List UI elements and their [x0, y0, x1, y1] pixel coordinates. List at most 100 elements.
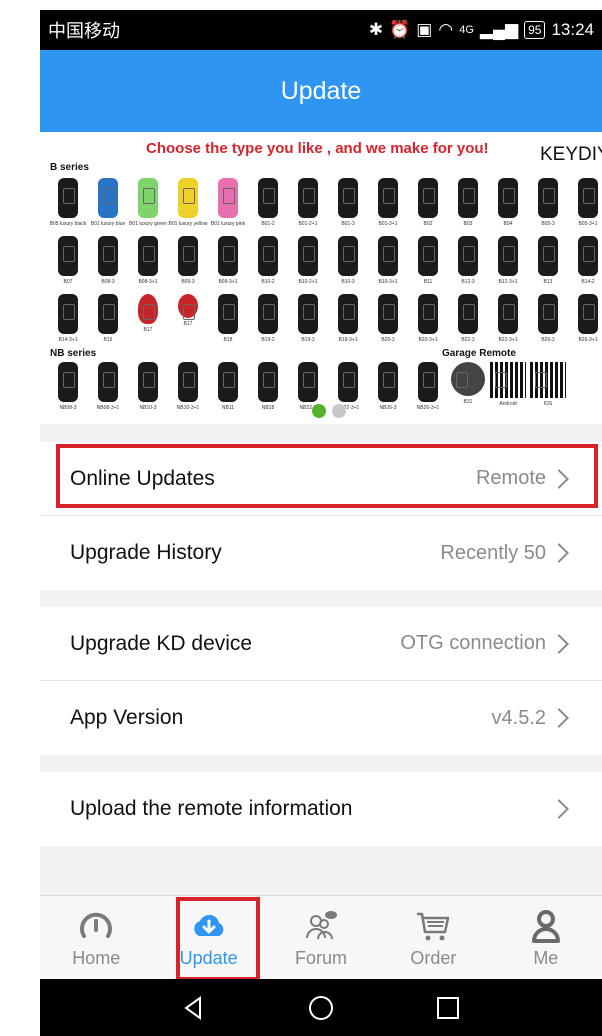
remote-key-thumbnail: B10-2+1 — [288, 236, 328, 285]
carousel-dot[interactable] — [332, 404, 346, 418]
remote-key-image — [538, 294, 558, 334]
remote-key-thumbnail: B01 luxury blue — [88, 178, 128, 227]
back-icon[interactable] — [181, 995, 207, 1021]
remote-key-label: NB08-3 — [59, 405, 77, 411]
remote-key-label: B04 — [503, 221, 513, 227]
remote-key-image — [98, 236, 118, 276]
remote-key-label: NB10-3 — [139, 405, 157, 411]
status-icons: ✱ ⏰ ▣ ◠ 4G ▂▄▆ 95 13:24 — [369, 20, 594, 40]
tab-label: Home — [72, 948, 121, 968]
row-value-wrap: OTG connection — [400, 632, 572, 655]
remote-key-label: B16 — [103, 337, 113, 343]
upload-options-group: Upload the remote information — [40, 772, 602, 846]
remote-key-label: NB26-3 — [379, 405, 397, 411]
remote-key-image — [58, 294, 78, 334]
remote-key-label: Android — [499, 401, 517, 407]
remote-key-thumbnail: NB26-3+1 — [408, 362, 448, 411]
home-circle-icon[interactable] — [308, 995, 334, 1021]
remote-key-label: B19-2 — [261, 337, 275, 343]
remote-key-thumbnail: B12-3 — [448, 236, 488, 285]
remote-key-label: B26-3 — [541, 337, 555, 343]
remote-key-image — [578, 178, 598, 218]
remote-key-image — [138, 178, 158, 218]
remote-key-image — [458, 294, 478, 334]
remote-key-thumbnail: B17 — [168, 294, 208, 343]
remote-key-image — [258, 178, 278, 218]
upgrade-kd-device-row[interactable]: Upgrade KD device OTG connection — [40, 607, 602, 681]
remote-key-image — [138, 294, 158, 324]
chevron-right-icon — [549, 633, 569, 654]
banner-series-label: Garage Remote — [442, 348, 516, 359]
row-value-wrap — [549, 799, 572, 819]
remote-key-image — [58, 362, 78, 402]
remote-key-thumbnail: B05-3+1 — [568, 178, 602, 227]
remote-key-image — [138, 236, 158, 276]
tab-order[interactable]: Order — [377, 896, 489, 979]
remote-key-label: B12-3+1 — [498, 279, 518, 285]
remote-key-thumbnail: B05 luxury black — [48, 178, 88, 227]
remote-key-image — [451, 362, 485, 396]
upload-remote-info-row[interactable]: Upload the remote information — [40, 772, 602, 846]
remote-key-thumbnail: B07 — [48, 236, 88, 285]
remote-key-label: B08-3 — [101, 279, 115, 285]
carrier-name: 中国移动 — [48, 21, 120, 41]
remote-key-thumbnail: Android — [488, 362, 528, 411]
remote-key-thumbnail: B19-2 — [248, 294, 288, 343]
remote-key-thumbnail: B01-2 — [248, 178, 288, 227]
remote-key-image — [418, 236, 438, 276]
highlight-box — [176, 897, 260, 981]
remote-key-label: B01 luxury green — [129, 221, 167, 227]
remote-key-thumbnail: B19-3+1 — [328, 294, 368, 343]
remote-key-label: B05-3+1 — [578, 221, 598, 227]
remote-key-thumbnail: B09-3 — [168, 236, 208, 285]
remote-key-thumbnail: B16 — [88, 294, 128, 343]
remote-key-image — [578, 294, 598, 334]
banner-headline: Choose the type you like , and we make f… — [146, 140, 489, 157]
promo-banner[interactable]: Choose the type you like , and we make f… — [40, 132, 602, 424]
carousel-dot-active[interactable] — [312, 404, 326, 418]
key-row: B05 luxury black B01 luxury blue B01 luxur… — [48, 178, 602, 227]
user-icon — [531, 910, 560, 943]
remote-key-image — [538, 178, 558, 218]
key-row: B14-3+1 B16 B17 B17 B18 B19-2 B19-3 B19-3+1 B20-… — [48, 294, 602, 343]
system-nav-bar — [40, 979, 602, 1036]
remote-key-image — [418, 362, 438, 402]
remote-key-label: B14-2 — [581, 279, 595, 285]
chat-users-icon — [306, 911, 338, 940]
remote-key-image — [258, 294, 278, 334]
row-value: OTG connection — [400, 632, 546, 654]
remote-key-thumbnail: B01 luxury yellow — [168, 178, 208, 227]
remote-key-image — [138, 362, 158, 402]
remote-key-image — [298, 178, 318, 218]
app-version-row[interactable]: App Version v4.5.2 — [40, 681, 602, 755]
remote-key-label: B05 luxury black — [49, 221, 87, 227]
remote-key-label: B01 luxury blue — [90, 221, 126, 227]
remote-key-label: NB10-3+1 — [176, 405, 200, 411]
remote-key-thumbnail: B10-3+1 — [368, 236, 408, 285]
remote-key-label: B01-2 — [261, 221, 275, 227]
remote-key-label: B17 — [143, 327, 153, 333]
remote-key-thumbnail: B12-3+1 — [488, 236, 528, 285]
remote-key-image — [178, 362, 198, 402]
remote-key-label: B08-3+1 — [138, 279, 158, 285]
tab-forum[interactable]: Forum — [265, 896, 377, 979]
remote-key-image — [298, 362, 318, 402]
tab-me[interactable]: Me — [490, 896, 602, 979]
carousel-dots[interactable] — [312, 404, 346, 418]
remote-key-thumbnail: B26-3 — [528, 294, 568, 343]
battery-level: 95 — [524, 21, 546, 39]
row-value-wrap: v4.5.2 — [492, 707, 572, 730]
row-label: App Version — [70, 706, 184, 729]
remote-key-label: B20-3 — [381, 337, 395, 343]
remote-key-label: B14-3+1 — [58, 337, 78, 343]
tab-home[interactable]: Home — [40, 896, 152, 979]
remote-key-image — [258, 362, 278, 402]
remote-key-image — [498, 178, 518, 218]
remote-key-thumbnail: B22-3 — [448, 294, 488, 343]
remote-key-thumbnail: B01-2+1 — [288, 178, 328, 227]
remote-key-image — [218, 236, 238, 276]
remote-key-thumbnail: B01 luxury pink — [208, 178, 248, 227]
remote-key-thumbnail: NB10-3+1 — [168, 362, 208, 411]
recents-square-icon[interactable] — [435, 995, 461, 1021]
upgrade-history-row[interactable]: Upgrade History Recently 50 — [40, 516, 602, 590]
